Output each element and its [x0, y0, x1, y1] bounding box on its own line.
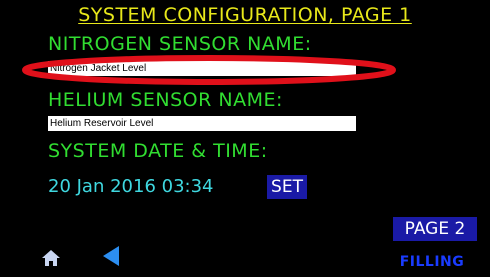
- page-title: SYSTEM CONFIGURATION, PAGE 1: [78, 4, 412, 26]
- helium-sensor-name-field[interactable]: Helium Reservoir Level: [48, 116, 356, 131]
- config-screen: SYSTEM CONFIGURATION, PAGE 1 NITROGEN SE…: [0, 0, 490, 277]
- nitrogen-sensor-name-field[interactable]: Nitrogen Jacket Level: [48, 61, 356, 76]
- nitrogen-sensor-label: NITROGEN SENSOR NAME:: [48, 33, 312, 55]
- status-filling: FILLING: [399, 254, 465, 270]
- system-datetime-label: SYSTEM DATE & TIME:: [48, 140, 268, 162]
- home-icon[interactable]: [41, 249, 61, 267]
- page-2-button[interactable]: PAGE 2: [393, 217, 477, 241]
- helium-sensor-label: HELIUM SENSOR NAME:: [48, 89, 283, 111]
- system-datetime-value: 20 Jan 2016 03:34: [48, 176, 214, 197]
- set-datetime-button[interactable]: SET: [267, 175, 307, 199]
- back-arrow-icon[interactable]: [102, 245, 120, 267]
